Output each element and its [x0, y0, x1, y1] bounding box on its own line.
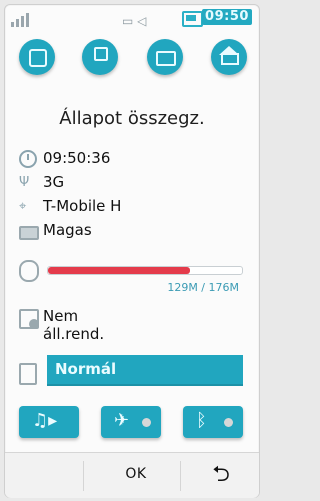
multitask-button[interactable]	[19, 39, 55, 75]
bluetooth-toggle[interactable]: ᛒ	[183, 406, 243, 438]
flight-mode-toggle[interactable]: ✈	[101, 406, 161, 438]
ok-button[interactable]: OK	[101, 466, 171, 482]
back-button[interactable]: ⮌	[201, 462, 241, 488]
home-button[interactable]	[211, 39, 247, 75]
antenna-icon: Ψ	[19, 175, 30, 190]
multitask-icon	[29, 49, 47, 67]
toggle-indicator	[224, 418, 233, 427]
operator-value: T-Mobile H	[43, 197, 122, 215]
clock-icon	[19, 150, 37, 168]
message-button[interactable]	[147, 39, 183, 75]
network-value: 3G	[43, 173, 65, 191]
phone-button[interactable]	[82, 39, 118, 75]
bottom-softkey-bar: OK ⮌	[5, 452, 259, 498]
home-icon-body	[221, 53, 239, 65]
battery-icon	[182, 11, 203, 27]
divider	[180, 461, 181, 491]
signal-icon	[11, 13, 33, 27]
calendar-icon	[19, 309, 39, 329]
battery-value: Magas	[43, 221, 92, 239]
status-time: 09:50	[202, 9, 252, 25]
message-icon	[156, 51, 176, 66]
top-shortcut-bar	[13, 39, 253, 83]
music-player-button[interactable]: ♫▸	[19, 406, 79, 438]
profile-icon	[19, 363, 37, 385]
phone-screen: ▭ ◁ 09:50 Állapot összegz. 09:50:36 Ψ 3G…	[4, 4, 260, 498]
flight-mode-icon: ✈	[114, 410, 130, 431]
time-value: 09:50:36	[43, 149, 111, 167]
phone-icon	[94, 47, 108, 61]
memory-bar	[47, 266, 243, 275]
page-title: Állapot összegz.	[59, 108, 205, 129]
memory-text: 129M / 176M	[167, 281, 239, 294]
profile-row: Normál	[19, 355, 245, 389]
schedule-value: Nem áll.rend.	[43, 307, 105, 343]
profile-selector[interactable]: Normál	[47, 355, 243, 386]
memory-bar-fill	[48, 267, 191, 274]
toggle-indicator	[142, 418, 151, 427]
quick-toggle-bar: ♫▸ ✈ ᛒ	[19, 406, 245, 440]
network-icon: ▭ ◁	[122, 14, 147, 28]
profile-value: Normál	[55, 360, 117, 378]
memory-icon	[19, 260, 39, 282]
status-bar: ▭ ◁ 09:50	[5, 5, 259, 35]
battery-level-icon	[19, 226, 39, 240]
back-icon: ⮌	[212, 462, 230, 487]
bluetooth-icon: ᛒ	[196, 410, 207, 431]
memory-row: 129M / 176M	[19, 257, 243, 297]
music-player-icon: ♫▸	[32, 410, 58, 431]
operator-icon: ⌖	[19, 199, 27, 214]
divider	[83, 461, 84, 491]
